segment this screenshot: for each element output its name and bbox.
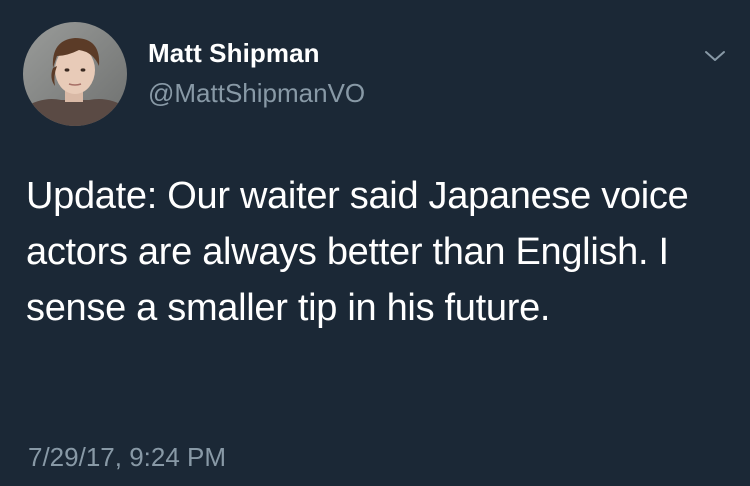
avatar[interactable]	[23, 22, 127, 126]
tweet-card: Matt Shipman @MattShipmanVO Update: Our …	[0, 0, 750, 486]
display-name[interactable]: Matt Shipman	[148, 38, 320, 69]
tweet-text: Update: Our waiter said Japanese voice a…	[26, 175, 689, 329]
chevron-down-icon[interactable]	[700, 44, 730, 68]
profile-photo	[23, 22, 127, 126]
user-handle[interactable]: @MattShipmanVO	[148, 78, 365, 109]
tweet-timestamp[interactable]: 7/29/17, 9:24 PM	[28, 442, 226, 473]
